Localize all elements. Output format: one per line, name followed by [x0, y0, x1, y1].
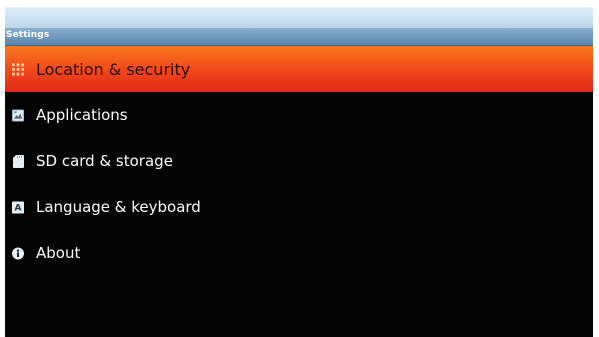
svg-text:A: A	[14, 202, 22, 213]
about-info-icon	[12, 247, 24, 259]
applications-icon	[12, 109, 24, 121]
sd-card-icon	[12, 154, 24, 168]
settings-item-label: Language & keyboard	[36, 198, 201, 216]
status-bar	[5, 7, 593, 28]
language-keyboard-icon: A	[12, 201, 24, 213]
settings-screen: Settings Location & security Application…	[5, 7, 593, 337]
settings-item-about[interactable]: About	[5, 230, 593, 276]
settings-item-label: SD card & storage	[36, 152, 173, 170]
title-bar: Settings	[5, 28, 593, 46]
settings-item-label: Applications	[36, 106, 128, 124]
settings-item-sd-card-storage[interactable]: SD card & storage	[5, 138, 593, 184]
window-title: Settings	[6, 30, 50, 40]
settings-item-language-keyboard[interactable]: A Language & keyboard	[5, 184, 593, 230]
settings-item-label: About	[36, 244, 81, 262]
settings-list: Location & security Applications SD card…	[5, 46, 593, 276]
settings-item-location-security[interactable]: Location & security	[5, 46, 593, 92]
location-security-icon	[12, 63, 24, 75]
settings-item-label: Location & security	[36, 59, 191, 79]
settings-item-applications[interactable]: Applications	[5, 92, 593, 138]
